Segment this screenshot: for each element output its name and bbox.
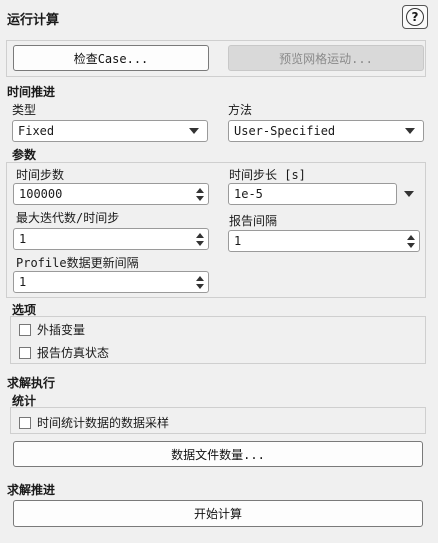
step-size-input[interactable]: 1e-5 [228,183,397,205]
step-size-label: 时间步长 [s] [229,168,306,182]
profile-input[interactable]: 1 [13,271,209,293]
num-steps-label: 时间步数 [16,168,65,182]
profile-value: 1 [19,275,27,289]
method-label: 方法 [228,103,253,117]
report-status-label: 报告仿真状态 [37,346,110,360]
chevron-down-icon [405,128,415,134]
spinner-arrows-icon[interactable] [407,234,415,248]
report-interval-input[interactable]: 1 [228,230,420,252]
spinner-arrows-icon[interactable] [196,275,204,289]
start-calculation-button[interactable]: 开始计算 [13,500,423,527]
extrapolate-label: 外插变量 [37,323,86,337]
check-case-button[interactable]: 检查Case... [13,45,209,71]
max-iter-value: 1 [19,232,27,246]
max-iter-input[interactable]: 1 [13,228,209,250]
sampling-label: 时间统计数据的数据采样 [37,416,170,430]
sampling-checkbox[interactable]: 时间统计数据的数据采样 [19,414,169,431]
chevron-down-icon [189,128,199,134]
spinner-arrows-icon[interactable] [196,232,204,246]
checkbox-icon[interactable] [19,416,31,429]
type-value: Fixed [18,124,55,138]
help-icon: ? [406,8,424,26]
type-label: 类型 [12,103,37,117]
step-size-value: 1e-5 [234,187,263,201]
method-value: User-Specified [234,124,336,138]
report-status-checkbox[interactable]: 报告仿真状态 [19,344,109,361]
chevron-down-icon [404,191,414,197]
time-advance-section-label: 时间推进 [7,85,56,99]
type-select[interactable]: Fixed [12,120,208,142]
max-iter-label: 最大迭代数/时间步 [16,211,120,225]
profile-label: Profile数据更新间隔 [16,256,139,270]
num-steps-value: 100000 [19,187,63,201]
data-file-quantity-button[interactable]: 数据文件数量... [13,441,423,467]
checkbox-icon[interactable] [19,346,31,359]
checkbox-icon[interactable] [19,323,31,336]
report-interval-value: 1 [234,234,242,248]
step-size-dropdown[interactable] [404,191,414,197]
report-interval-label: 报告间隔 [229,214,278,228]
panel-title: 运行计算 [7,13,60,28]
extrapolate-checkbox[interactable]: 外插变量 [19,321,85,338]
spinner-arrows-icon[interactable] [196,187,204,201]
num-steps-input[interactable]: 100000 [13,183,209,205]
params-section-label: 参数 [12,148,37,162]
preview-mesh-motion-button[interactable]: 预览网格运动... [228,45,424,71]
help-button[interactable]: ? [402,5,428,29]
solution-exec-section-label: 求解执行 [7,376,56,390]
method-select[interactable]: User-Specified [228,120,424,142]
solution-advance-section-label: 求解推进 [7,483,56,497]
